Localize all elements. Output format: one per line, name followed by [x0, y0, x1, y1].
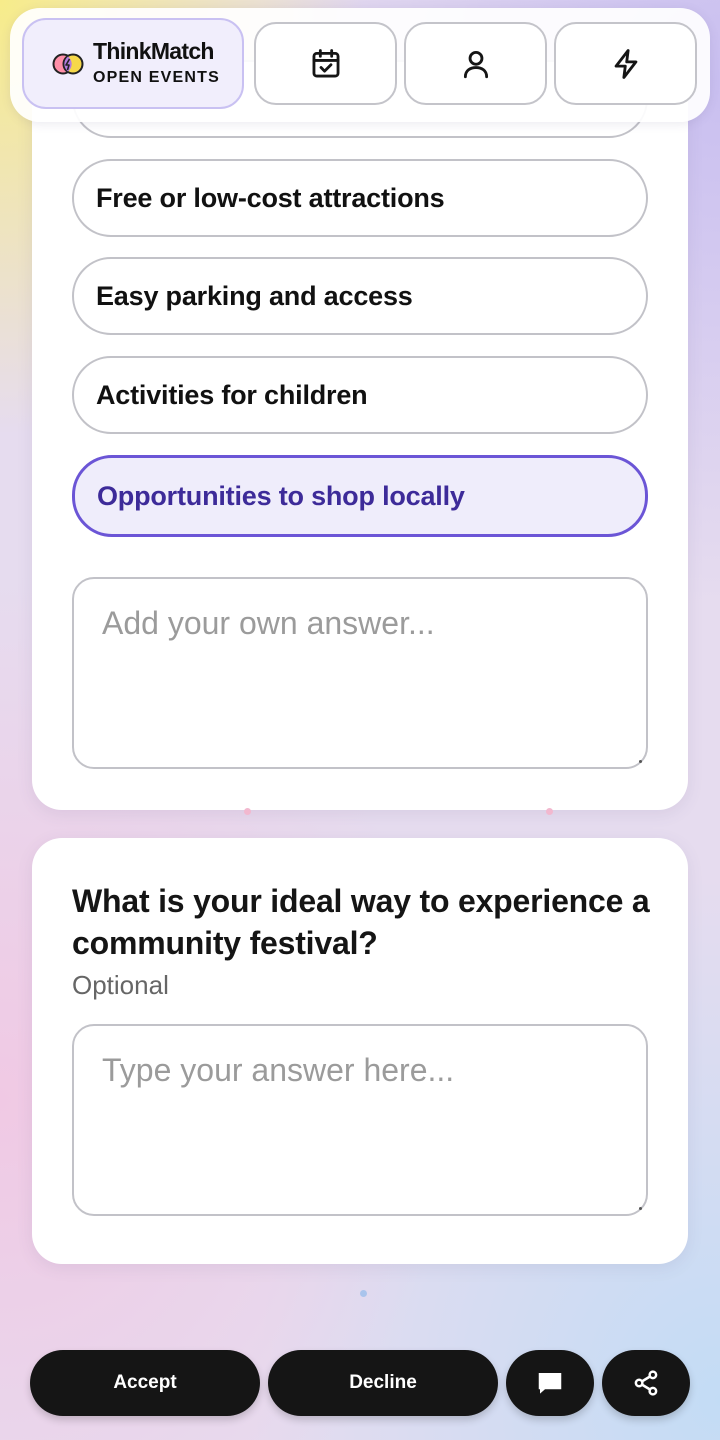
user-icon	[463, 50, 488, 78]
decline-label: Decline	[349, 1372, 417, 1393]
answer-option-label: Easy parking and access	[96, 280, 413, 311]
share-button[interactable]	[602, 1350, 690, 1416]
lightning-icon	[614, 48, 637, 79]
nav-activity-button[interactable]	[554, 22, 697, 105]
accept-label: Accept	[113, 1372, 177, 1393]
answer-option-label: Activities for children	[96, 379, 368, 410]
answer-option-free-attractions[interactable]: Free or low-cost attractions	[72, 159, 648, 237]
chat-button[interactable]	[506, 1350, 594, 1416]
decorative-dot	[360, 1290, 367, 1297]
answer-option-easy-parking[interactable]: Easy parking and access	[72, 257, 648, 335]
brand-title: ThinkMatch	[93, 38, 214, 64]
answer-option-children-activities[interactable]: Activities for children	[72, 356, 648, 434]
chat-bubble-icon	[538, 1373, 562, 1394]
answer-option-shop-locally-selected[interactable]: Opportunities to shop locally	[72, 455, 648, 537]
top-nav-bar: ThinkMatch OPEN EVENTS	[10, 8, 710, 122]
question-card-1: Free or low-cost attractions Easy parkin…	[32, 60, 688, 810]
resize-handle[interactable]	[639, 760, 642, 763]
answer-option-label: Free or low-cost attractions	[96, 182, 445, 213]
brand-home-button[interactable]: ThinkMatch OPEN EVENTS	[22, 18, 244, 109]
brand-subtitle: OPEN EVENTS	[93, 69, 221, 86]
brand-text: ThinkMatch OPEN EVENTS	[93, 38, 220, 89]
accept-button[interactable]: Accept	[30, 1350, 260, 1416]
answer-placeholder: Type your answer here...	[102, 1052, 455, 1088]
decorative-dot	[244, 808, 251, 815]
logo-icon	[52, 53, 84, 75]
answer-input[interactable]: Type your answer here...	[72, 1024, 648, 1216]
resize-handle[interactable]	[639, 1207, 642, 1210]
answer-option-label: Opportunities to shop locally	[97, 480, 465, 511]
nav-calendar-button[interactable]	[254, 22, 397, 105]
nav-profile-button[interactable]	[404, 22, 547, 105]
decorative-dot	[546, 808, 553, 815]
question-title: What is your ideal way to experience a c…	[72, 883, 650, 961]
custom-answer-input[interactable]: Add your own answer...	[72, 577, 648, 769]
decline-button[interactable]: Decline	[268, 1350, 498, 1416]
optional-label: Optional	[72, 970, 169, 1000]
question-card-2: What is your ideal way to experience a c…	[32, 838, 688, 1264]
custom-answer-placeholder: Add your own answer...	[102, 605, 435, 641]
share-icon	[634, 1370, 658, 1396]
calendar-check-icon	[312, 48, 339, 77]
